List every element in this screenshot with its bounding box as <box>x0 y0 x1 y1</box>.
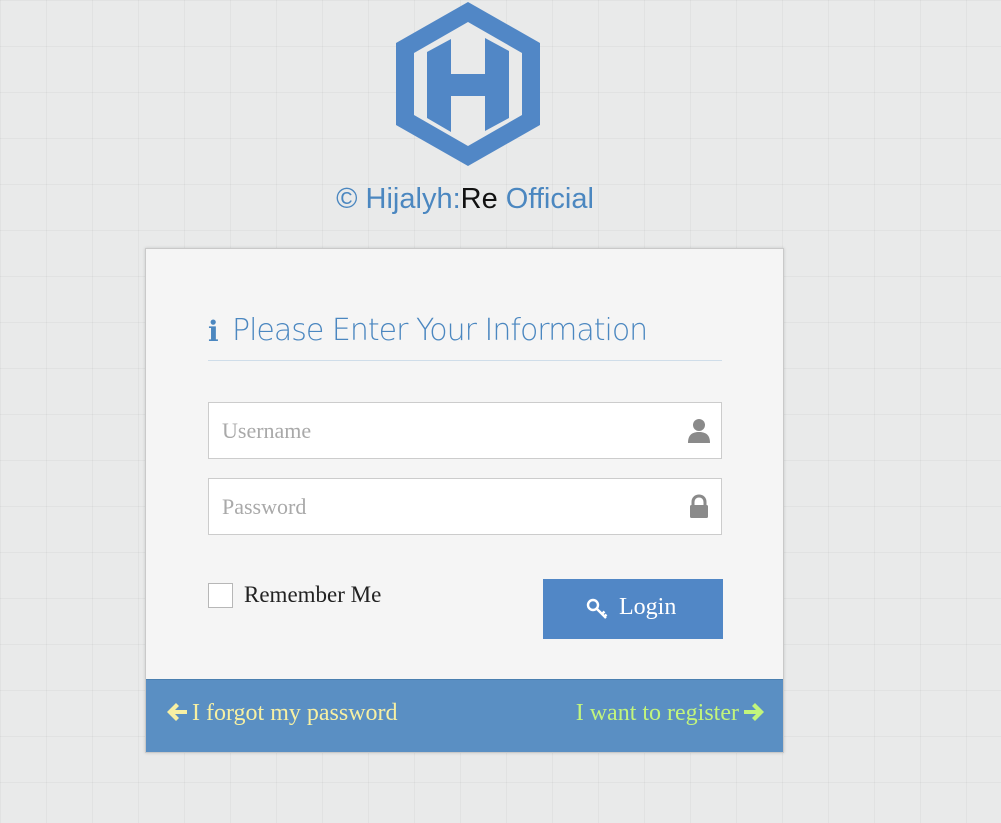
brand-name-part3: Official <box>505 183 594 215</box>
user-icon <box>688 419 710 443</box>
arrow-right-icon <box>744 703 764 721</box>
remember-me-checkbox[interactable] <box>208 583 233 608</box>
login-button-label: Login <box>619 594 677 620</box>
info-icon: i <box>208 315 219 348</box>
forgot-password-link[interactable]: I forgot my password <box>166 700 398 727</box>
hexagon-h-logo-icon <box>396 2 540 166</box>
username-field <box>208 402 722 459</box>
card-footer: I forgot my password I want to register <box>146 679 783 752</box>
register-link[interactable]: I want to register <box>576 700 765 727</box>
brand-name-part1: Hijalyh: <box>365 183 461 215</box>
register-label: I want to register <box>575 700 739 726</box>
login-button[interactable]: Login <box>543 579 723 639</box>
lock-icon <box>690 494 708 518</box>
password-input[interactable] <box>209 479 669 534</box>
copyright-symbol: © <box>336 183 358 215</box>
form-header: i Please Enter Your Information <box>208 311 722 361</box>
password-field <box>208 478 722 535</box>
brand-name-part2: Re <box>460 183 498 215</box>
remember-me-label: Remember Me <box>244 582 382 607</box>
key-icon <box>586 598 608 619</box>
username-input[interactable] <box>209 403 669 458</box>
brand-title: © Hijalyh:Re Official <box>0 183 930 216</box>
login-card: i Please Enter Your Information Remember… <box>145 248 784 753</box>
arrow-left-icon <box>167 703 187 721</box>
forgot-password-label: I forgot my password <box>192 700 398 726</box>
form-title: Please Enter Your Information <box>232 313 648 348</box>
